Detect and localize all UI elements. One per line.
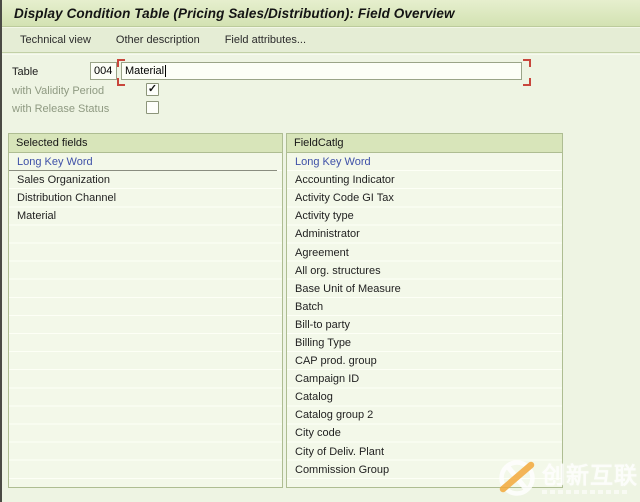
selected-fields-header: Selected fields [9,134,282,153]
toolbar-button[interactable]: Field attributes... [221,31,310,49]
toolbar-button[interactable]: Other description [112,31,204,49]
toolbar-button[interactable]: Technical view [16,31,95,49]
application-toolbar: Technical view Other description Field att… [2,27,640,53]
field-catalog-header-label: FieldCatlg [294,137,344,149]
validity-period-label: with Validity Period [12,85,104,97]
watermark-logo-icon [497,458,537,498]
focus-bracket-bottom-right [523,78,531,86]
field-catalog-item[interactable]: Administrator [287,225,562,243]
selected-field-item[interactable]: Distribution Channel [9,189,282,207]
field-catalog-item[interactable]: Base Unit of Measure [287,280,562,298]
focus-bracket-top-right [523,59,531,67]
release-status-checkbox[interactable] [146,101,159,114]
selected-field-item[interactable]: Sales Organization [9,171,282,189]
watermark-text: 创新互联 [542,463,638,487]
selected-fields-header-label: Selected fields [16,137,88,149]
field-catalog-item[interactable]: Batch [287,298,562,316]
focus-bracket-bottom-left [117,78,125,86]
field-catalog-item[interactable]: Agreement [287,243,562,261]
field-catalog-item[interactable]: Catalog group 2 [287,406,562,424]
window-left-border [0,0,2,502]
field-catalog-item[interactable]: City code [287,424,562,442]
release-status-label: with Release Status [12,103,109,115]
field-catalog-item[interactable]: Campaign ID [287,370,562,388]
focus-bracket-top-left [117,59,125,67]
selected-fields-panel: Selected fields Long Key Word Sales Orga… [8,133,283,488]
selected-fields-list: Long Key Word Sales OrganizationDistribu… [9,153,282,487]
field-catalog-list: Long Key Word Accounting IndicatorActivi… [287,153,562,487]
watermark: 创新互联 [497,458,638,498]
field-catalog-item[interactable]: Activity Code GI Tax [287,189,562,207]
selected-fields-long-key-word-link[interactable]: Long Key Word [9,153,277,171]
field-catalog-item[interactable]: CAP prod. group [287,352,562,370]
field-catalog-item[interactable]: All org. structures [287,262,562,280]
field-catalog-item[interactable]: Activity type [287,207,562,225]
table-name-value: Material [125,65,164,77]
text-cursor [165,65,166,77]
field-catalog-panel: FieldCatlg Long Key Word Accounting Indi… [286,133,563,488]
watermark-tagline [542,490,630,494]
selected-field-item[interactable]: Material [9,207,282,225]
titlebar: Display Condition Table (Pricing Sales/D… [2,0,640,27]
toolbar-divider [2,54,640,55]
field-catalog-item[interactable]: Billing Type [287,334,562,352]
field-catalog-header: FieldCatlg [287,134,562,153]
page-title: Display Condition Table (Pricing Sales/D… [2,6,455,21]
table-label: Table [12,66,38,78]
field-catalog-item[interactable]: Bill-to party [287,316,562,334]
validity-period-checkbox[interactable] [146,83,159,96]
table-number-input[interactable]: 004 [90,62,117,80]
field-catalog-item[interactable]: Accounting Indicator [287,171,562,189]
field-catalog-item[interactable]: Catalog [287,388,562,406]
field-catalog-long-key-word-link[interactable]: Long Key Word [287,153,562,171]
table-name-input[interactable]: Material [121,62,522,80]
